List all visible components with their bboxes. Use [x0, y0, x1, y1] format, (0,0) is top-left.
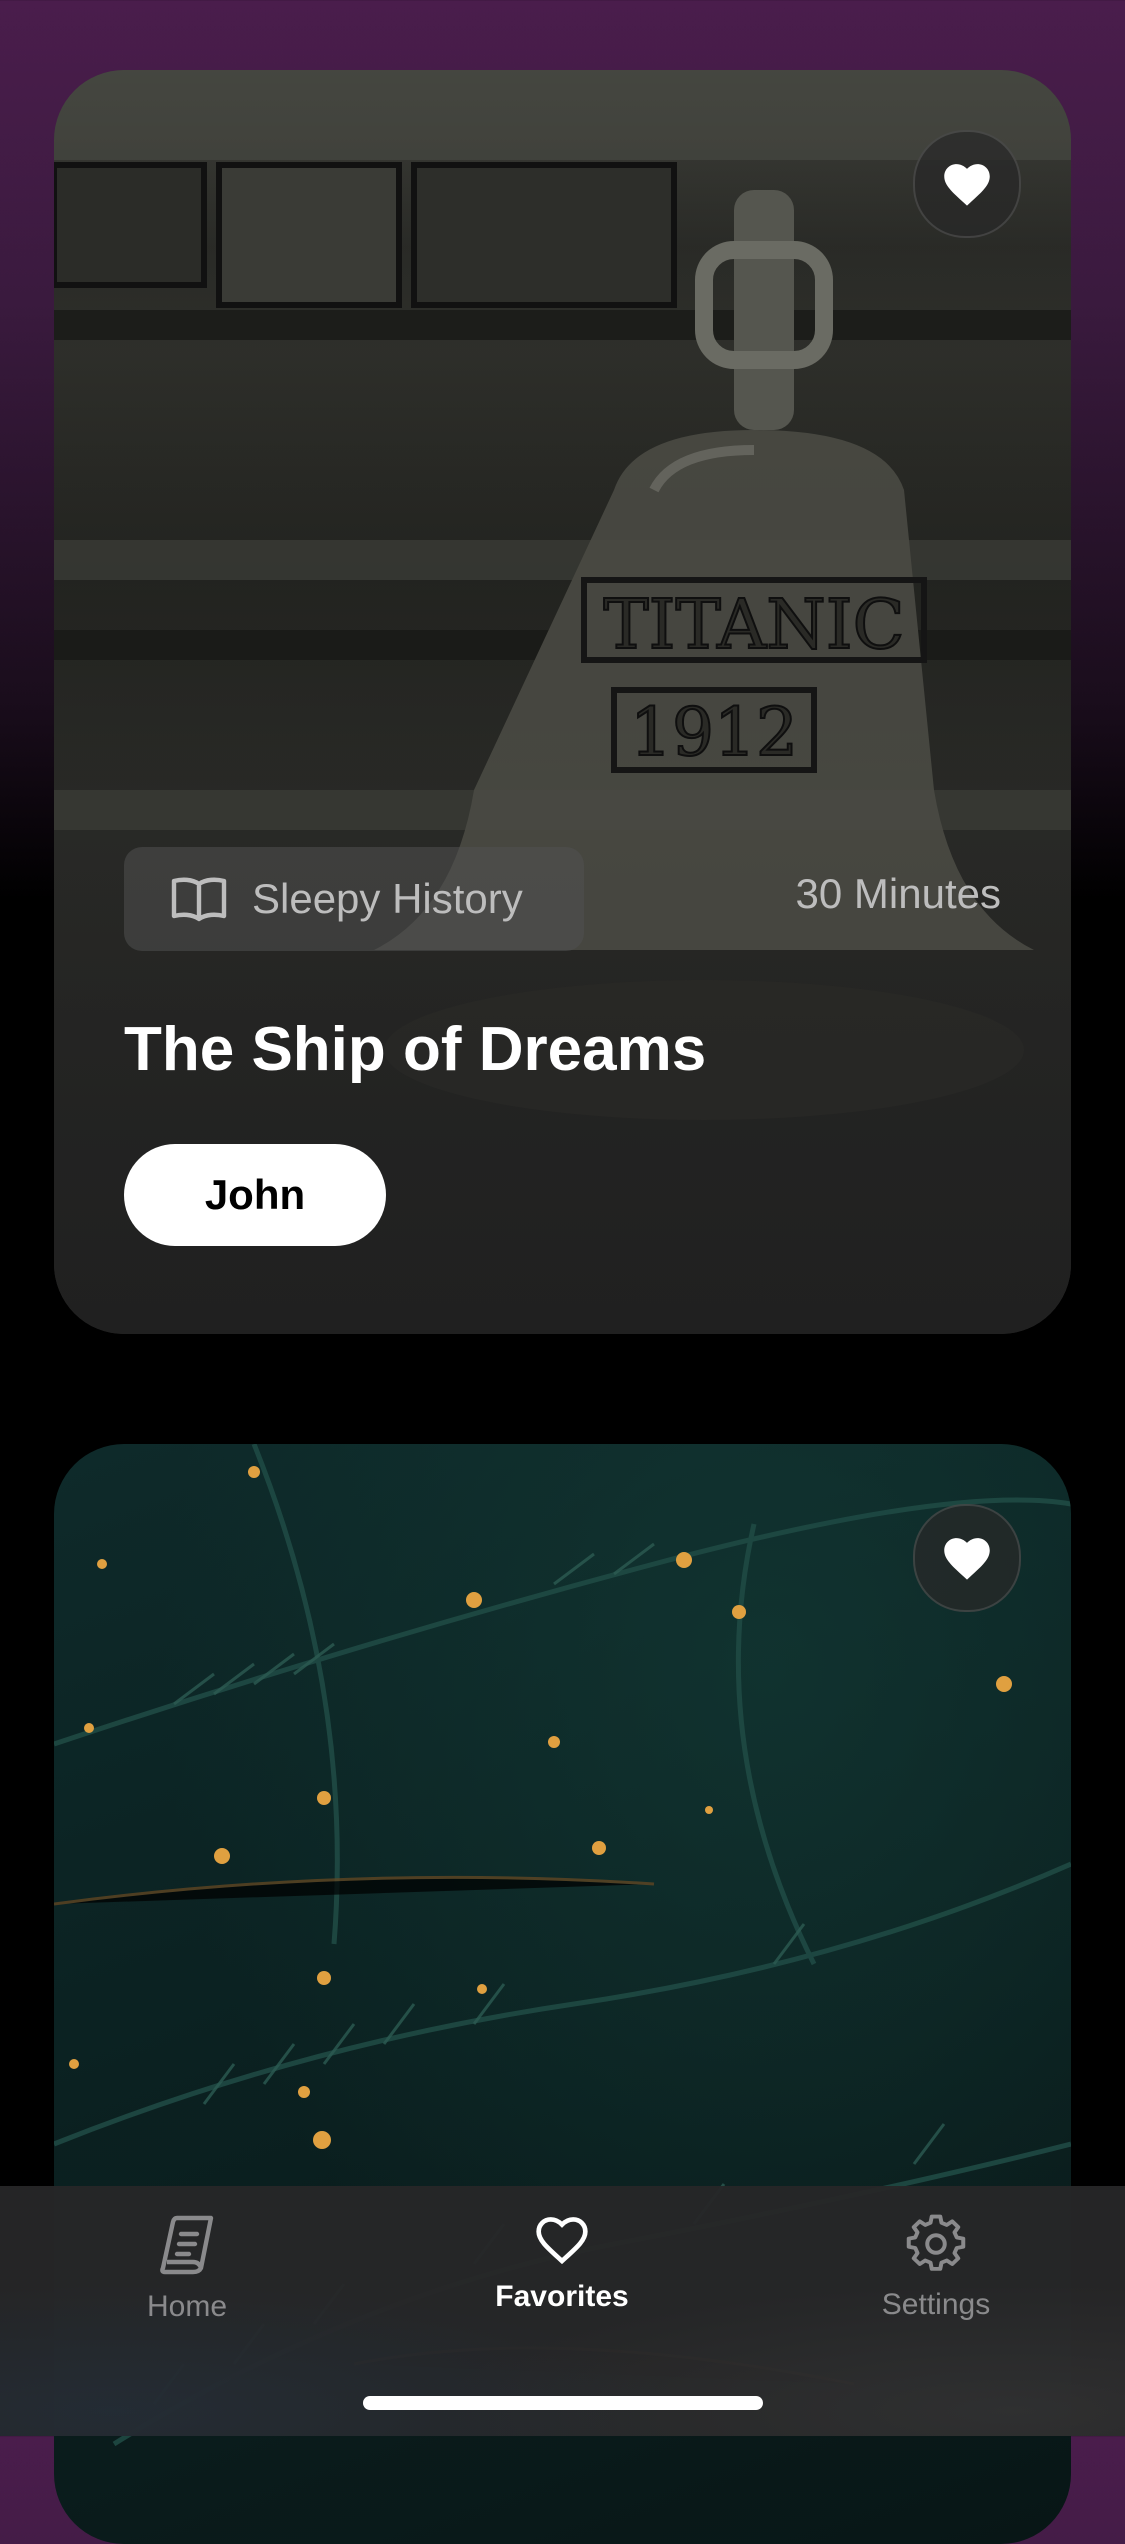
story-title: The Ship of Dreams	[124, 1015, 707, 1084]
tab-settings[interactable]: Settings	[816, 2214, 1056, 2322]
tab-home-label: Home	[146, 2290, 228, 2323]
category-label: Sleepy History	[252, 875, 523, 922]
gear-icon	[906, 2214, 966, 2271]
heart-icon	[536, 2217, 588, 2265]
category-badge: Sleepy History	[124, 847, 584, 951]
favorite-button[interactable]	[913, 1504, 1021, 1612]
story-card[interactable]: TITANIC 1912 Sleepy History 30 Minutes T…	[54, 70, 1071, 1334]
tab-favorites[interactable]: Favorites	[442, 2214, 682, 2314]
home-indicator[interactable]	[363, 2396, 763, 2410]
book-icon	[160, 2215, 214, 2275]
tab-favorites-label: Favorites	[495, 2280, 629, 2313]
bell-inscription-text: TITANIC	[603, 586, 904, 665]
narrator-button[interactable]: John	[124, 1144, 386, 1246]
tab-settings-label: Settings	[881, 2288, 991, 2321]
duration-label: 30 Minutes	[795, 870, 1001, 917]
book-open-icon	[171, 877, 227, 922]
heart-filled-icon	[944, 164, 990, 206]
favorite-button[interactable]	[913, 130, 1021, 238]
tab-home[interactable]: Home	[67, 2214, 307, 2324]
bell-year-text: 1912	[630, 694, 798, 771]
heart-filled-icon	[944, 1538, 990, 1580]
